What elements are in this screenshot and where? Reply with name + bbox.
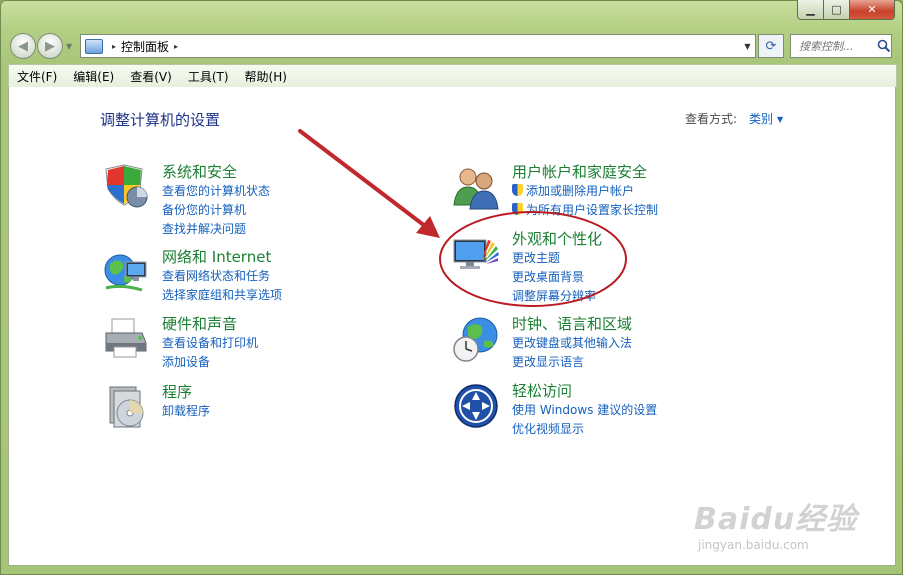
- category-links: 查看您的计算机状态 备份您的计算机 查找并解决问题: [162, 182, 270, 239]
- view-by-value: 类别: [749, 112, 774, 126]
- refresh-button[interactable]: ⟳: [758, 34, 784, 58]
- address-dropdown-icon[interactable]: ▼: [740, 35, 755, 57]
- appearance-monitor-icon[interactable]: [452, 230, 500, 278]
- recent-pages-dropdown[interactable]: ▼: [66, 42, 72, 51]
- category-links: 查看设备和打印机 添加设备: [162, 334, 258, 372]
- refresh-icon: ⟳: [765, 38, 777, 54]
- minimize-button[interactable]: ▁: [797, 0, 824, 20]
- link-windows-recommended-settings[interactable]: 使用 Windows 建议的设置: [512, 401, 657, 420]
- link-view-computer-status[interactable]: 查看您的计算机状态: [162, 182, 270, 201]
- forward-arrow-icon: ▶: [45, 38, 55, 54]
- users-icon[interactable]: [452, 163, 500, 211]
- clock-globe-icon[interactable]: [452, 315, 500, 363]
- breadcrumb-separator[interactable]: ▸: [174, 42, 178, 51]
- category-title[interactable]: 系统和安全: [162, 161, 237, 182]
- link-change-display-language[interactable]: 更改显示语言: [512, 353, 632, 372]
- menu-bar: 文件(F) 编辑(E) 查看(V) 工具(T) 帮助(H): [8, 64, 897, 88]
- category-links: 查看网络状态和任务 选择家庭组和共享选项: [162, 267, 282, 305]
- close-button[interactable]: ✕: [850, 0, 895, 20]
- category-links: 更改键盘或其他输入法 更改显示语言: [512, 334, 632, 372]
- category-title[interactable]: 时钟、语言和区域: [512, 313, 632, 334]
- back-arrow-icon: ◀: [18, 38, 28, 54]
- search-input[interactable]: [797, 38, 875, 54]
- watermark-url: jingyan.baidu.com: [698, 538, 809, 552]
- menu-help[interactable]: 帮助(H): [237, 68, 295, 85]
- breadcrumb-control-panel[interactable]: 控制面板: [121, 38, 169, 55]
- control-panel-window: ▁ □ ✕ ◀ ▶ ▼ ▸ 控制面板 ▸ ▼ ⟳ 文件(F) 编辑(E) 查看(…: [0, 0, 903, 575]
- link-change-theme[interactable]: 更改主题: [512, 249, 596, 268]
- address-bar[interactable]: ▸ 控制面板 ▸ ▼: [80, 34, 756, 58]
- category-links: 使用 Windows 建议的设置 优化视频显示: [512, 401, 657, 439]
- category-title[interactable]: 外观和个性化: [512, 228, 602, 249]
- menu-tools[interactable]: 工具(T): [180, 68, 237, 85]
- category-user-accounts: 用户帐户和家庭安全 添加或删除用户帐户 为所有用户设置家长控制: [452, 163, 732, 223]
- category-ease-of-access: 轻松访问 使用 Windows 建议的设置 优化视频显示: [452, 382, 732, 442]
- shield-computer-icon[interactable]: [102, 163, 150, 211]
- forward-button[interactable]: ▶: [37, 33, 63, 59]
- category-links: 卸载程序: [162, 402, 210, 421]
- category-title[interactable]: 轻松访问: [512, 380, 572, 401]
- menu-file[interactable]: 文件(F): [9, 68, 65, 85]
- control-panel-icon: [85, 38, 103, 54]
- view-by-label: 查看方式:: [685, 112, 738, 126]
- link-view-network-status[interactable]: 查看网络状态和任务: [162, 267, 282, 286]
- link-parental-controls[interactable]: 为所有用户设置家长控制: [512, 201, 658, 220]
- menu-edit[interactable]: 编辑(E): [65, 68, 122, 85]
- programs-disc-icon[interactable]: [102, 383, 150, 431]
- baidu-watermark: Baidu经验 jingyan.baidu.com: [694, 494, 864, 554]
- chevron-down-icon: ▼: [777, 115, 784, 124]
- view-by-dropdown[interactable]: 类别 ▼: [749, 110, 783, 127]
- link-backup-computer[interactable]: 备份您的计算机: [162, 201, 270, 220]
- network-globe-icon[interactable]: [102, 248, 150, 296]
- link-troubleshoot[interactable]: 查找并解决问题: [162, 220, 270, 239]
- page-title: 调整计算机的设置: [100, 111, 221, 129]
- category-programs: 程序 卸载程序: [102, 383, 362, 438]
- back-button[interactable]: ◀: [10, 33, 36, 59]
- caption-buttons: ▁ □ ✕: [797, 0, 895, 20]
- link-uninstall-program[interactable]: 卸载程序: [162, 402, 210, 421]
- category-title[interactable]: 硬件和声音: [162, 313, 237, 334]
- search-box[interactable]: [790, 34, 892, 58]
- link-add-remove-accounts[interactable]: 添加或删除用户帐户: [512, 182, 658, 201]
- printer-icon[interactable]: [102, 315, 150, 363]
- category-title[interactable]: 程序: [162, 381, 192, 402]
- navigation-bar: ◀ ▶ ▼ ▸ 控制面板 ▸ ▼ ⟳: [0, 30, 903, 62]
- link-adjust-screen-resolution[interactable]: 调整屏幕分辨率: [512, 287, 596, 306]
- link-change-keyboard-input[interactable]: 更改键盘或其他输入法: [512, 334, 632, 353]
- category-links: 添加或删除用户帐户 为所有用户设置家长控制: [512, 182, 658, 220]
- watermark-logo: Baidu经验: [694, 502, 858, 537]
- link-add-device[interactable]: 添加设备: [162, 353, 258, 372]
- link-change-desktop-background[interactable]: 更改桌面背景: [512, 268, 596, 287]
- category-links: 更改主题 更改桌面背景 调整屏幕分辨率: [512, 249, 596, 306]
- category-title[interactable]: 用户帐户和家庭安全: [512, 161, 647, 182]
- link-homegroup-sharing[interactable]: 选择家庭组和共享选项: [162, 286, 282, 305]
- category-network-internet: 网络和 Internet 查看网络状态和任务 选择家庭组和共享选项: [102, 248, 362, 308]
- category-system-security: 系统和安全 查看您的计算机状态 备份您的计算机 查找并解决问题: [102, 161, 362, 236]
- category-appearance: 外观和个性化 更改主题 更改桌面背景 调整屏幕分辨率: [452, 228, 732, 303]
- ease-of-access-icon[interactable]: [452, 382, 500, 430]
- menu-view[interactable]: 查看(V): [122, 68, 180, 85]
- category-hardware-sound: 硬件和声音 查看设备和打印机 添加设备: [102, 315, 362, 375]
- link-view-devices-printers[interactable]: 查看设备和打印机: [162, 334, 258, 353]
- maximize-button[interactable]: □: [824, 0, 850, 20]
- category-title[interactable]: 网络和 Internet: [162, 246, 271, 267]
- search-icon[interactable]: [877, 39, 891, 53]
- category-clock-language-region: 时钟、语言和区域 更改键盘或其他输入法 更改显示语言: [452, 315, 732, 375]
- breadcrumb-separator[interactable]: ▸: [112, 42, 116, 51]
- link-optimize-visual-display[interactable]: 优化视频显示: [512, 420, 657, 439]
